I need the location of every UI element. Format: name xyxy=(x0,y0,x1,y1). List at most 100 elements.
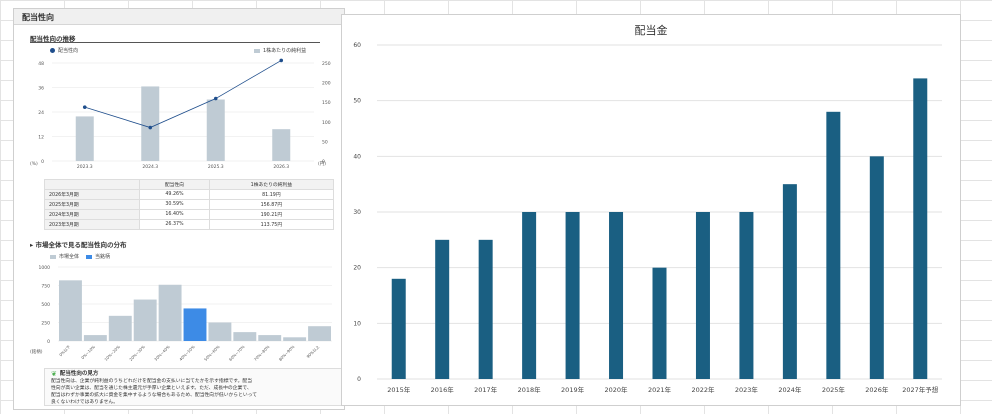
distribution-title-text: 市場全体で見る配当性向の分布 xyxy=(35,241,127,249)
right-unit-label: (円) xyxy=(318,161,326,167)
distribution-bar xyxy=(283,337,307,341)
eps-bar xyxy=(272,129,291,161)
distribution-bar xyxy=(83,335,107,341)
y-right-tick-label: 100 xyxy=(322,120,331,126)
table-cell: 16.40% xyxy=(139,209,210,220)
payout-distribution-chart: 1000 750 500 250 0 (銘柄) 0%以下 0%~10% 10%~20% 20%~3… xyxy=(30,265,332,361)
y-tick-label: 10 xyxy=(353,320,361,327)
distribution-bar xyxy=(133,299,157,341)
table-cell: 26.37% xyxy=(139,219,210,230)
y-tick-label: 1000 xyxy=(39,265,51,271)
x-tick-label: 40%~50% xyxy=(178,344,196,361)
distribution-bar xyxy=(208,322,232,341)
y-tick-label: 0 xyxy=(357,376,361,383)
distribution-section-title: ▸ 市場全体で見る配当性向の分布 xyxy=(30,239,127,249)
bar xyxy=(739,212,754,379)
y-tick-label: 30 xyxy=(353,209,361,216)
eps-bar xyxy=(75,116,94,161)
table-row: 2025年3月期 30.59% 156.87円 xyxy=(43,199,335,210)
dividend-payout-panel: 配当性向 配当性向の推移 配当性向 1株あたりの純利益 48 36 24 12 0 250… xyxy=(13,8,345,410)
y-left-tick-label: 12 xyxy=(38,135,44,141)
x-tick-label: 10%~20% xyxy=(103,344,121,361)
bar-legend-marker xyxy=(254,48,260,53)
x-tick-label: 2020年 xyxy=(605,385,629,394)
x-tick-label: 2015年 xyxy=(387,385,411,394)
table-cell: 113.75円 xyxy=(208,219,335,230)
payout-point xyxy=(279,58,284,63)
payout-trend-chart: 483624120250200150100500(%) (円)2023.3 2024… xyxy=(30,58,331,170)
leaf-icon: ❦ xyxy=(51,370,57,378)
dividend-chart-panel[interactable]: 配当金 0 10 20 30 40 50 60 2015年 2016年 2017年 2018年 201… xyxy=(341,14,961,406)
dividend-bar-chart: 0 10 20 30 40 50 60 2015年 2016年 2017年 2018年 2019年 20… xyxy=(353,42,942,394)
distribution-bar xyxy=(108,315,132,341)
x-tick-label: 2019年 xyxy=(561,385,585,394)
x-tick-label: 30%~40% xyxy=(153,344,171,361)
bar xyxy=(435,239,450,379)
x-tick-label: 80%~90% xyxy=(278,344,296,361)
table-header-cell: 1株あたりの純利益 xyxy=(208,179,335,190)
bar xyxy=(478,239,493,379)
bar xyxy=(652,267,667,379)
payout-explanation-box: ❦ 配当性向の見方 配当性向は、企業が純利益のうちどれだけを配当金の支払いに当て… xyxy=(44,368,344,406)
info-text-line: 良くないわけではありません。 xyxy=(51,400,119,405)
bar xyxy=(869,156,884,379)
eps-bar xyxy=(206,99,225,161)
x-tick-label: 2024年 xyxy=(778,385,802,394)
distribution-bar xyxy=(233,332,257,341)
panel-header: 配当性向 xyxy=(14,9,344,25)
table-header-row: 配当性向 1株あたりの純利益 xyxy=(43,179,335,190)
x-tick-label: 2024.3 xyxy=(142,164,158,170)
bar xyxy=(695,212,710,379)
y-left-tick-label: 0 xyxy=(41,159,44,165)
payout-table: 配当性向 1株あたりの純利益 2026年3月期 49.26% 81.19円 20… xyxy=(43,179,335,230)
y-tick-label: 50 xyxy=(353,98,361,105)
market-legend-marker xyxy=(50,254,56,259)
info-title: ❦ 配当性向の見方 xyxy=(51,371,337,378)
distribution-bar xyxy=(158,284,182,341)
payout-point xyxy=(213,96,218,101)
payout-line xyxy=(84,60,282,128)
y-tick-label: 20 xyxy=(353,265,361,272)
x-tick-label: 60%~70% xyxy=(228,344,246,361)
distribution-bar xyxy=(183,308,207,341)
info-text-line: 配当はわずか事業の拡大に資金を集中するような場合もあるため、配当性向が低いからと… xyxy=(51,393,258,398)
bar xyxy=(391,278,406,379)
x-tick-label: 2016年 xyxy=(431,385,455,394)
x-tick-label: 2021年 xyxy=(648,385,672,394)
x-tick-label: 2023.3 xyxy=(77,164,93,170)
x-tick-label: 50%~60% xyxy=(203,344,221,361)
distribution-bar xyxy=(258,335,282,341)
y-tick-label: 0 xyxy=(47,339,50,345)
payout-point xyxy=(82,105,87,109)
unit-label: (銘柄) xyxy=(30,348,43,355)
bar xyxy=(609,212,624,379)
x-tick-label: 20%~30% xyxy=(128,344,146,361)
table-row: 2026年3月期 49.26% 81.19円 xyxy=(43,189,335,200)
y-right-tick-label: 200 xyxy=(322,81,331,87)
x-tick-label: 0%~10% xyxy=(80,344,96,360)
x-tick-label: 2017年 xyxy=(474,385,498,394)
y-right-tick-label: 150 xyxy=(322,100,331,106)
x-tick-label: 2025年 xyxy=(822,385,846,394)
table-header-cell: 配当性向 xyxy=(139,179,210,190)
y-tick-label: 60 xyxy=(353,42,361,49)
info-text-line: 配当性向は、企業が純利益のうちどれだけを配当金の支払いに当てたかを示す指標です。… xyxy=(51,379,252,384)
bar xyxy=(913,78,928,380)
x-tick-label: 2018年 xyxy=(518,385,542,394)
table-header-cell xyxy=(43,179,141,190)
trend-title-divider xyxy=(30,42,320,43)
y-left-tick-label: 48 xyxy=(38,61,44,67)
x-tick-label: 2023年 xyxy=(735,385,759,394)
x-tick-label: 0%以下 xyxy=(58,344,71,357)
bar xyxy=(565,212,580,379)
table-cell: 2025年3月期 xyxy=(43,199,141,210)
table-cell: 2024年3月期 xyxy=(43,209,141,220)
y-tick-label: 250 xyxy=(41,321,50,327)
y-tick-label: 40 xyxy=(353,153,361,160)
eps-bar xyxy=(141,86,160,161)
table-cell: 2023年3月期 xyxy=(43,219,141,230)
y-left-tick-label: 24 xyxy=(38,110,44,116)
x-tick-label: 2022年 xyxy=(691,385,715,394)
info-text-line: 性向が高い企業は、配当を通じた株主還元が手厚い企業といえます。ただ、成長中の企業… xyxy=(51,386,252,391)
distribution-bar xyxy=(59,280,82,341)
